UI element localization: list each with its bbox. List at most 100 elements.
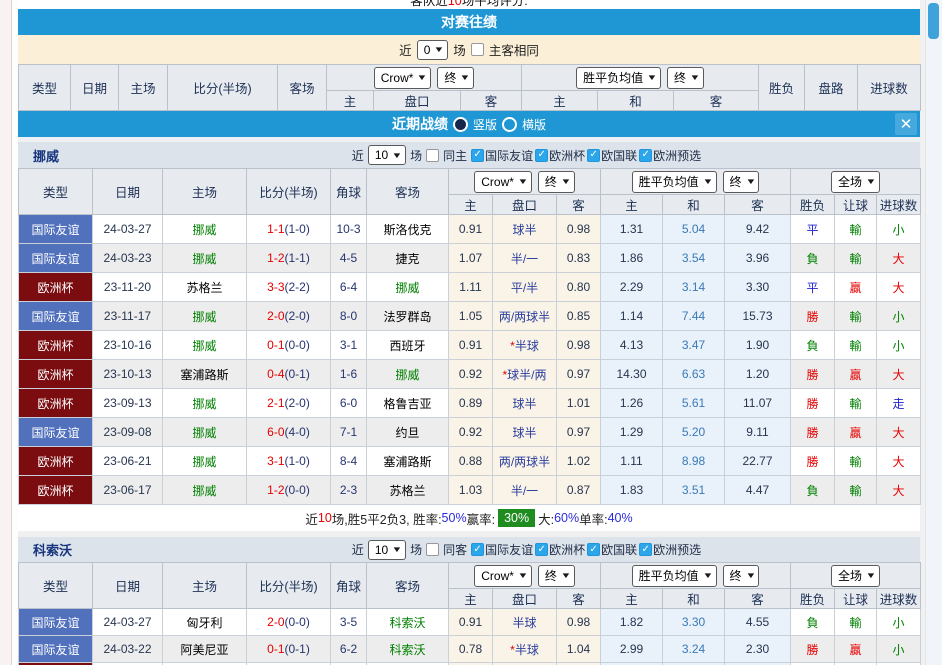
bookmaker-select[interactable]: Crow*▼ xyxy=(474,171,532,193)
match-score: 2-0(0-0) xyxy=(247,609,331,636)
final-select[interactable]: 终▼ xyxy=(538,171,575,193)
match-date: 23-06-21 xyxy=(93,447,163,476)
away-team[interactable]: 约旦 xyxy=(367,418,449,447)
recent-table-kosovo: 类型 日期 主场 比分(半场) 角球 客场 Crow*▼ 终▼ 胜平负均 xyxy=(18,562,921,665)
col-type: 类型 xyxy=(19,563,93,609)
avg-select[interactable]: 胜平负均值▼ xyxy=(632,565,717,587)
radio-portrait-selected-icon[interactable] xyxy=(453,117,468,132)
away-team[interactable]: 格鲁吉亚 xyxy=(367,389,449,418)
bookmaker-select[interactable]: Crow*▼ xyxy=(474,565,532,587)
avg-select[interactable]: 胜平负均值▼ xyxy=(632,171,717,193)
home-team[interactable]: 挪威 xyxy=(163,389,247,418)
result-wdl: 勝 xyxy=(791,302,835,331)
fulltime-select[interactable]: 全场▼ xyxy=(831,171,880,193)
portrait-label[interactable]: 竖版 xyxy=(473,116,497,133)
away-team[interactable]: 法罗群岛 xyxy=(367,302,449,331)
league-filter-0[interactable]: ✓国际友谊 xyxy=(471,541,533,558)
away-team[interactable]: 科索沃 xyxy=(367,636,449,663)
home-team[interactable]: 阿美尼亚 xyxy=(163,636,247,663)
checkbox-checked-icon[interactable]: ✓ xyxy=(639,543,652,556)
league-filter-3[interactable]: ✓欧洲预选 xyxy=(639,541,701,558)
avg-final-select[interactable]: 终▼ xyxy=(667,67,704,89)
checkbox-checked-icon[interactable]: ✓ xyxy=(471,149,484,162)
scrollbar-thumb[interactable] xyxy=(928,3,939,39)
home-team[interactable]: 挪威 xyxy=(163,447,247,476)
home-team[interactable]: 挪威 xyxy=(163,418,247,447)
league-filter-2[interactable]: ✓欧国联 xyxy=(587,147,637,164)
home-team[interactable]: 匈牙利 xyxy=(163,609,247,636)
checkbox-checked-icon[interactable]: ✓ xyxy=(535,543,548,556)
league-filter-3[interactable]: ✓欧洲预选 xyxy=(639,147,701,164)
avg-win-odds: 4.13 xyxy=(601,331,663,360)
league-filter-1[interactable]: ✓欧洲杯 xyxy=(535,541,585,558)
handicap-line: 半/一 xyxy=(493,244,557,273)
away-team[interactable]: 挪威 xyxy=(367,360,449,389)
fulltime-select[interactable]: 全场▼ xyxy=(831,565,880,587)
home-team[interactable]: 塞浦路斯 xyxy=(163,360,247,389)
sub-win: 主 xyxy=(601,589,663,609)
same-home-away-checkbox[interactable] xyxy=(471,43,484,56)
avg-final-select[interactable]: 终▼ xyxy=(723,565,760,587)
league-filter-1[interactable]: ✓欧洲杯 xyxy=(535,147,585,164)
h2h-rounds-select[interactable]: 0▼ xyxy=(417,40,449,60)
same-venue-checkbox[interactable] xyxy=(426,149,439,162)
bookmaker-select[interactable]: Crow*▼ xyxy=(374,67,432,89)
handicap-away-odds: 0.98 xyxy=(557,215,601,244)
home-team[interactable]: 挪威 xyxy=(163,244,247,273)
handicap-home-odds: 1.07 xyxy=(449,244,493,273)
handicap-line: 两/两球半 xyxy=(493,447,557,476)
vertical-scrollbar[interactable] xyxy=(925,0,942,665)
avg-win-odds: 1.29 xyxy=(601,418,663,447)
final-select[interactable]: 终▼ xyxy=(538,565,575,587)
summary-segment: 赢率: xyxy=(467,509,495,528)
match-date: 24-03-23 xyxy=(93,244,163,273)
checkbox-checked-icon[interactable]: ✓ xyxy=(587,149,600,162)
away-team[interactable]: 斯洛伐克 xyxy=(367,215,449,244)
avg-lose-odds: 4.47 xyxy=(725,476,791,505)
match-type-badge: 国际友谊 xyxy=(19,215,93,244)
league-filter-0[interactable]: ✓国际友谊 xyxy=(471,147,533,164)
away-team[interactable]: 科索沃 xyxy=(367,609,449,636)
final-select[interactable]: 终▼ xyxy=(437,67,474,89)
corner-score: 8-0 xyxy=(331,302,367,331)
h2h-banner: 对赛往绩 xyxy=(18,9,920,35)
home-team[interactable]: 挪威 xyxy=(163,302,247,331)
same-venue-checkbox[interactable] xyxy=(426,543,439,556)
match-type-badge: 国际友谊 xyxy=(19,244,93,273)
home-team[interactable]: 挪威 xyxy=(163,476,247,505)
result-wdl: 負 xyxy=(791,609,835,636)
col-home: 主场 xyxy=(163,169,247,215)
rounds-select[interactable]: 10▼ xyxy=(368,145,406,165)
corner-score: 1-6 xyxy=(331,360,367,389)
result-wdl: 負 xyxy=(791,244,835,273)
match-row: 欧洲杯23-11-20苏格兰3-3(2-2)6-4挪威1.11平/半0.802.… xyxy=(19,273,921,302)
landscape-label[interactable]: 横版 xyxy=(522,116,546,133)
away-team[interactable]: 西班牙 xyxy=(367,331,449,360)
radio-landscape-icon[interactable] xyxy=(502,117,517,132)
checkbox-checked-icon[interactable]: ✓ xyxy=(471,543,484,556)
avg-final-select[interactable]: 终▼ xyxy=(723,171,760,193)
rounds-select[interactable]: 10▼ xyxy=(368,540,406,560)
away-team[interactable]: 捷克 xyxy=(367,244,449,273)
home-team[interactable]: 挪威 xyxy=(163,215,247,244)
col-date: 日期 xyxy=(71,65,119,111)
result-goals: 小 xyxy=(877,636,921,663)
away-team[interactable]: 挪威 xyxy=(367,273,449,302)
away-team[interactable]: 塞浦路斯 xyxy=(367,447,449,476)
checkbox-checked-icon[interactable]: ✓ xyxy=(639,149,652,162)
result-wdl: 勝 xyxy=(791,636,835,663)
home-team[interactable]: 挪威 xyxy=(163,331,247,360)
close-button[interactable]: ✕ xyxy=(895,113,917,135)
league-filter-2[interactable]: ✓欧国联 xyxy=(587,541,637,558)
checkbox-checked-icon[interactable]: ✓ xyxy=(587,543,600,556)
chevron-down-icon: ▼ xyxy=(702,177,713,186)
handicap-home-odds: 0.78 xyxy=(449,636,493,663)
chevron-down-icon: ▼ xyxy=(702,571,713,580)
avg-lose-odds: 9.42 xyxy=(725,215,791,244)
sub-lose: 客 xyxy=(674,91,759,111)
checkbox-checked-icon[interactable]: ✓ xyxy=(535,149,548,162)
away-team[interactable]: 苏格兰 xyxy=(367,476,449,505)
avg-select[interactable]: 胜平负均值▼ xyxy=(576,67,661,89)
chevron-down-icon: ▼ xyxy=(460,73,471,82)
home-team[interactable]: 苏格兰 xyxy=(163,273,247,302)
